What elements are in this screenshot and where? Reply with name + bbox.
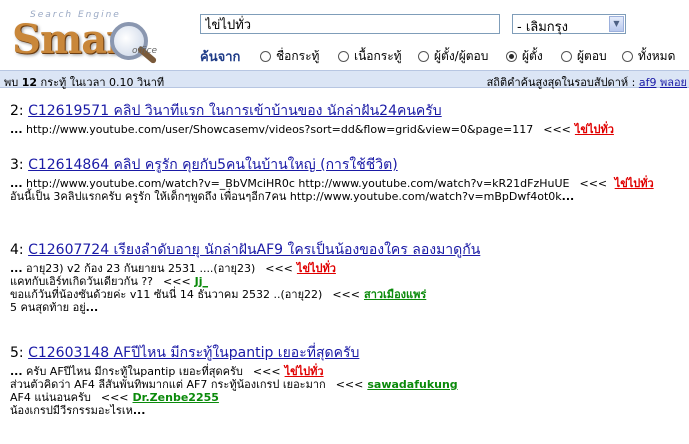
result-snippet: AF4 แน่นอนครับ <<< Dr.Zenbe2255 [10,391,219,404]
chevron-down-icon[interactable]: ▼ [609,16,624,32]
search-result: 2: C12619571 คลิป วินาทีแรก ในการเข้าบ้า… [10,102,680,136]
result-snippet: ส่วนตัวคิดว่า AF4 ลีสันพันทิพมากแต่ AF7 … [10,378,458,391]
radio-replier[interactable]: ผู้ตอบ [561,47,607,66]
result-snippet: น้องเกรปมีวีรกรรมอะไรเห... [10,404,146,417]
result-snippet: 5 คนสุดท้าย อยู่... [10,301,99,314]
radio-poster[interactable]: ผู้ตั้ง [506,47,543,66]
site-logo[interactable]: Search Engine Smart office [10,8,180,66]
radio-label: ทั้งหมด [638,49,676,63]
result-link[interactable]: C12619571 คลิป วินาทีแรก ในการเข้าบ้านขอ… [28,103,442,119]
search-input[interactable] [200,14,500,34]
province-selected-value: - เลิมกรุง [517,20,569,35]
result-snippet: ขอแก้วันที่น้องซันด้วยค่ะ v11 ซันนี่ 14 … [10,288,427,301]
search-result: 3: C12614864 คลิป ครูรัก คุยกับ5คนในบ้าน… [10,156,680,203]
radio-label: ชื่อกระทู้ [276,49,320,63]
radio-poster-replier[interactable]: ผู้ตั้ง/ผู้ตอบ [418,47,488,66]
result-link[interactable]: C12607724 เรียงลำดับอายุ นักล่าฝันAF9 ใค… [28,242,480,258]
radio-label: ผู้ตอบ [577,49,607,63]
search-result: 5: C12603148 AFปีไหน มีกระทู้ในpantip เย… [10,344,680,417]
radio-circle-selected[interactable] [506,51,517,62]
radio-circle[interactable] [338,51,349,62]
result-snippet: แคทกับเอิร์ทเกิดวันเดียวกัน ?? <<< Jj_ [10,275,209,288]
result-title: 3: C12614864 คลิป ครูรัก คุยกับ5คนในบ้าน… [10,157,398,173]
search-result: 4: C12607724 เรียงลำดับอายุ นักล่าฝันAF9… [10,241,680,314]
result-link[interactable]: C12603148 AFปีไหน มีกระทู้ในpantip เยอะท… [28,345,359,361]
poster-link[interactable]: ไข่ไปทั่ว [615,177,654,190]
radio-circle[interactable] [561,51,572,62]
search-scope-label: ค้นจาก [200,50,241,65]
poster-link[interactable]: ไข่ไปทั่ว [285,365,324,378]
poster-link[interactable]: ไข่ไปทั่ว [575,123,614,136]
result-title: 4: C12607724 เรียงลำดับอายุ นักล่าฝันAF9… [10,242,481,258]
radio-label: ผู้ตั้ง/ผู้ตอบ [434,49,489,63]
radio-title[interactable]: ชื่อกระทู้ [260,47,319,66]
radio-circle[interactable] [622,51,633,62]
poster-link[interactable]: ไข่ไปทั่ว [297,262,336,275]
weekly-top-keywords: สถิติคำค้นสูงสุดในรอบสัปดาห์ : af9 พลอย [487,73,687,91]
results-status-bar: พบ 12 กระทู้ ในเวลา 0.10 วินาที สถิติคำค… [0,70,689,91]
radio-circle[interactable] [418,51,429,62]
result-snippet: ... http://www.youtube.com/watch?v=_BbVM… [10,177,654,190]
replier-link[interactable]: สาวเมืองแพร่ [364,288,426,301]
results-summary: พบ 12 กระทู้ ในเวลา 0.10 วินาที [4,76,165,89]
radio-circle[interactable] [260,51,271,62]
replier-link[interactable]: Dr.Zenbe2255 [133,391,219,404]
keyword-link[interactable]: af9 [639,76,657,89]
result-link[interactable]: C12614864 คลิป ครูรัก คุยกับ5คนในบ้านใหญ… [28,157,398,173]
result-title: 2: C12619571 คลิป วินาทีแรก ในการเข้าบ้า… [10,103,442,119]
logo-subtitle: office [132,46,157,56]
replier-link[interactable]: sawadafukung [367,378,457,391]
result-snippet: อันนี้เป็น 3คลิปแรกครับ ครูรัก ให้เด็กๆพ… [10,190,575,203]
radio-all[interactable]: ทั้งหมด [622,47,675,66]
radio-label: เนื้อกระทู้ [354,49,402,63]
results-count: 12 [21,76,38,89]
radio-content[interactable]: เนื้อกระทู้ [338,47,402,66]
keyword-link[interactable]: พลอย [660,76,687,89]
result-snippet: ... ครับ AFปีไหน มีกระทู้ในpantip เยอะที… [10,365,324,378]
replier-link[interactable]: Jj_ [195,275,208,288]
top-keywords-label: สถิติคำค้นสูงสุดในรอบสัปดาห์ : [486,76,636,89]
result-snippet: ... อายุ23) v2 ก้อง 23 กันยายน 2531 ....… [10,262,336,275]
result-snippet: ... http://www.youtube.com/user/Showcase… [10,123,614,136]
radio-label: ผู้ตั้ง [522,49,543,63]
province-select[interactable]: - เลิมกรุง ▼ [512,14,626,35]
result-title: 5: C12603148 AFปีไหน มีกระทู้ในpantip เย… [10,345,360,361]
